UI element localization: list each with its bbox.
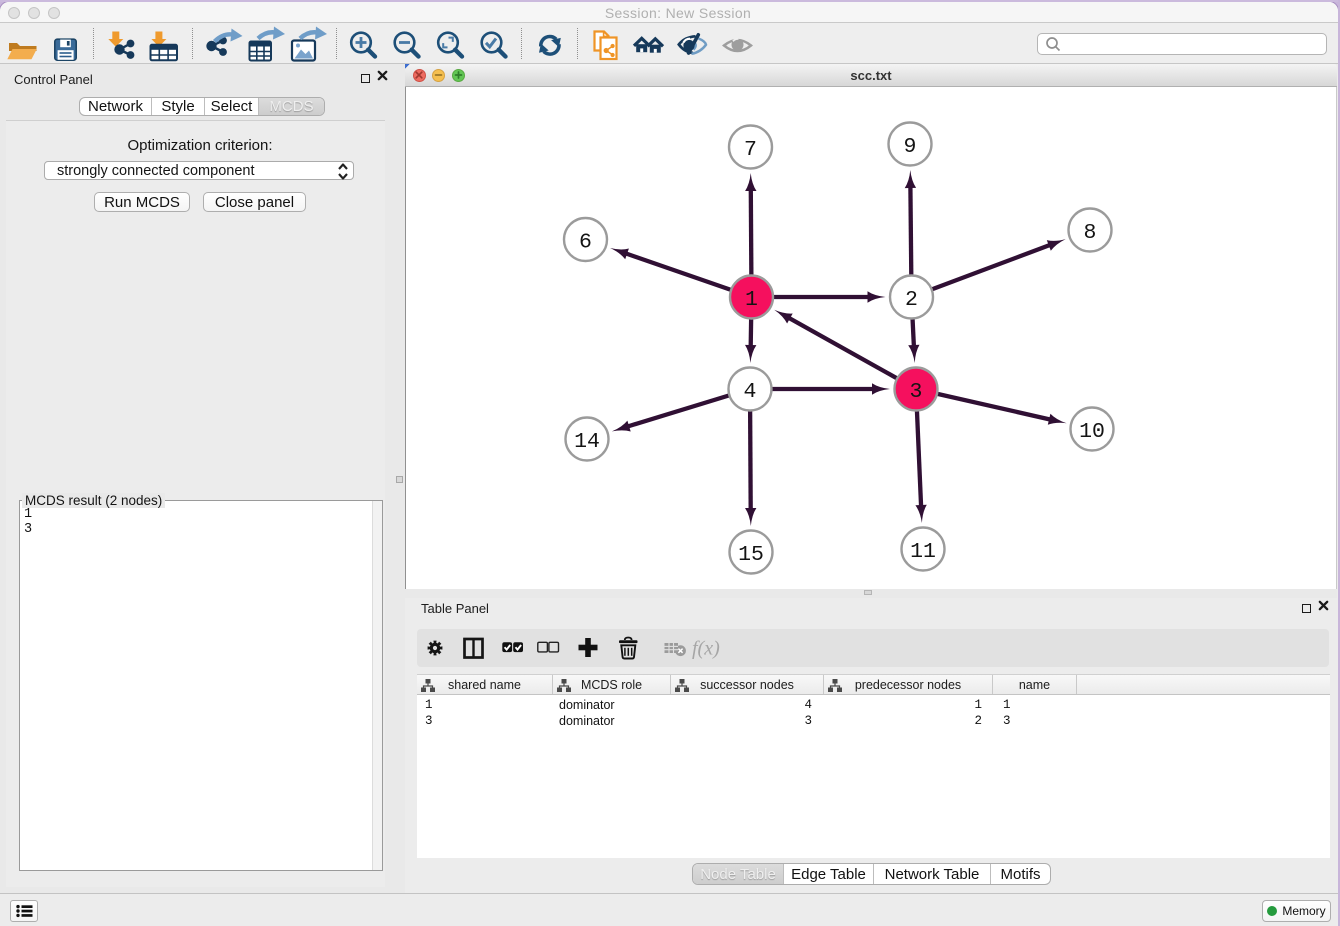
svg-text:14: 14 bbox=[574, 430, 600, 454]
svg-text:8: 8 bbox=[1084, 221, 1097, 245]
svg-text:1: 1 bbox=[745, 288, 758, 312]
svg-text:2: 2 bbox=[905, 288, 918, 312]
svg-text:4: 4 bbox=[744, 380, 757, 404]
svg-text:6: 6 bbox=[579, 230, 592, 254]
svg-text:f(x): f(x) bbox=[692, 638, 720, 660]
svg-text:15: 15 bbox=[738, 543, 764, 567]
svg-text:10: 10 bbox=[1079, 420, 1105, 444]
svg-text:9: 9 bbox=[904, 135, 917, 159]
svg-text:3: 3 bbox=[910, 380, 923, 404]
svg-text:7: 7 bbox=[744, 138, 757, 162]
svg-text:11: 11 bbox=[910, 540, 936, 564]
